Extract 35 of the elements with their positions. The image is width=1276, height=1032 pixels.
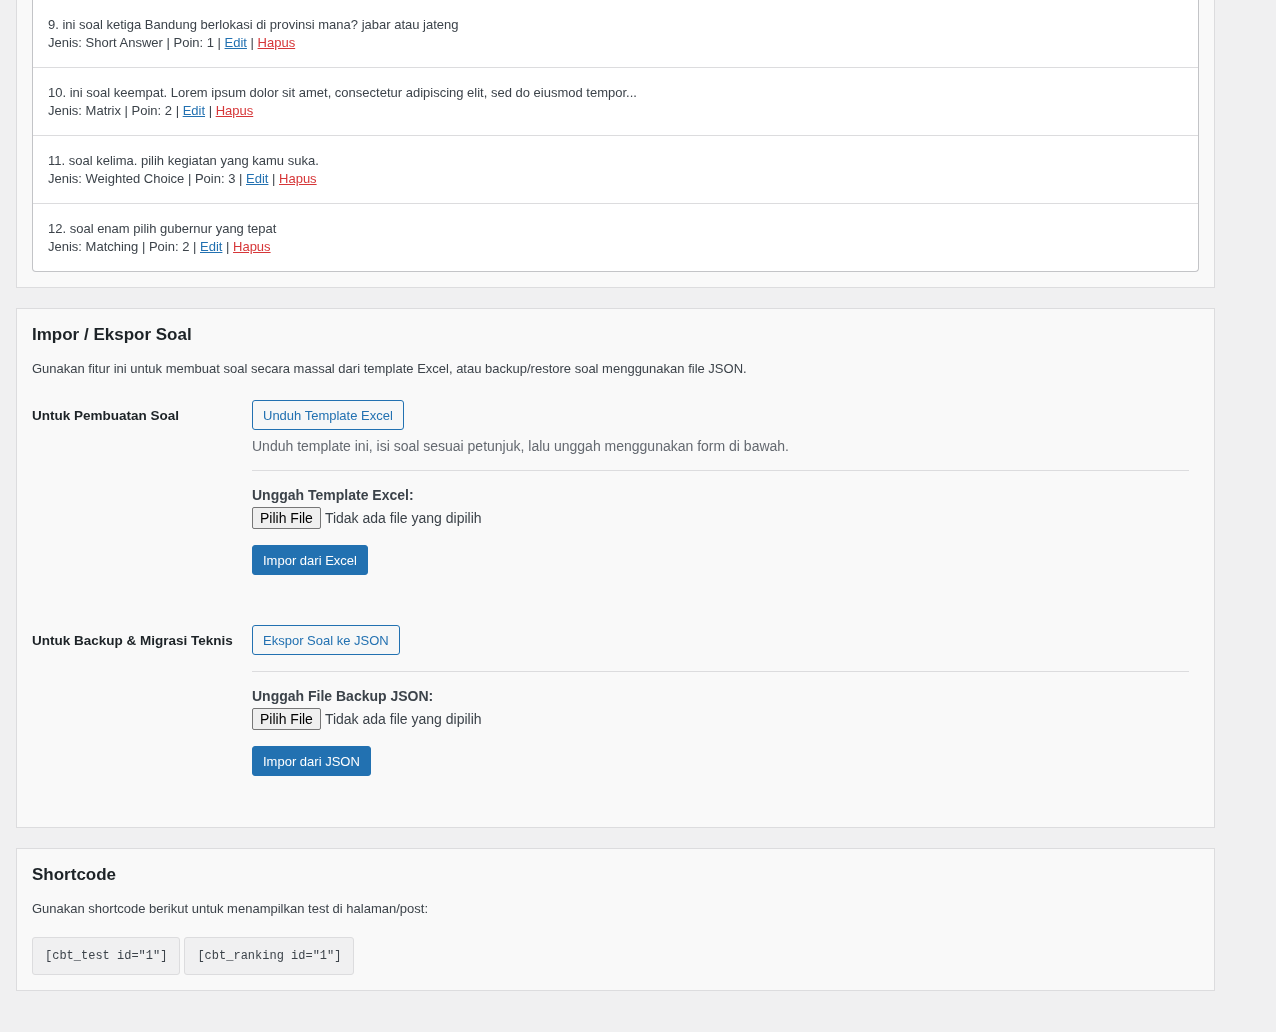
delete-link[interactable]: Hapus	[257, 35, 296, 50]
row-label: Untuk Backup & Migrasi Teknis	[32, 632, 234, 650]
delete-link[interactable]: Hapus	[279, 171, 317, 186]
question-meta: Jenis: Short Answer | Poin: 1 | Edit | Hapus	[48, 34, 297, 52]
edit-link[interactable]: Edit	[200, 239, 223, 254]
choose-file-button[interactable]: Pilih File	[252, 507, 321, 529]
question-meta: Jenis: Matrix | Poin: 2 | Edit | Hapus	[48, 102, 255, 120]
choose-file-button[interactable]: Pilih File	[252, 708, 321, 730]
section-title: Impor / Ekspor Soal	[32, 324, 193, 346]
delete-link[interactable]: Hapus	[215, 103, 254, 118]
shortcode-text: [cbt_ranking id="1"]	[184, 937, 355, 975]
question-meta: Jenis: Weighted Choice | Poin: 3 | Edit | Hapus	[48, 170, 318, 188]
shortcode-text: [cbt_test id="1"]	[32, 937, 181, 975]
question-text: 9. ini soal ketiga Bandung berlokasi di provinsi mana? jabar atau jateng	[48, 16, 460, 34]
edit-link[interactable]: Edit	[182, 103, 206, 118]
primary-button[interactable]: Impor dari Excel	[252, 545, 368, 575]
upload-label: Unggah File Backup JSON:	[252, 688, 435, 704]
row-label: Untuk Pembuatan Soal	[32, 407, 181, 425]
upload-label: Unggah Template Excel:	[252, 487, 415, 503]
file-status: Tidak ada file yang dipilih	[324, 510, 482, 526]
secondary-button[interactable]: Ekspor Soal ke JSON	[252, 625, 400, 655]
question-text: 10. ini soal keempat. Lorem ipsum dolor sit amet, consectetur adipiscing elit, sed do eiusmod tempor...	[48, 84, 638, 102]
question-text: 12. soal enam pilih gubernur yang tepat	[48, 220, 278, 238]
section-description: Gunakan shortcode berikut untuk menampilkan test di halaman/post:	[32, 900, 429, 918]
secondary-button[interactable]: Unduh Template Excel	[252, 400, 404, 430]
question-meta: Jenis: Matching | Poin: 2 | Edit | Hapus	[48, 238, 272, 256]
help-text: Unduh template ini, isi soal sesuai petunjuk, lalu unggah menggunakan form di bawah.	[252, 438, 790, 454]
primary-button[interactable]: Impor dari JSON	[252, 746, 371, 776]
section-title: Shortcode	[32, 864, 118, 886]
section-description: Gunakan fitur ini untuk membuat soal secara massal dari template Excel, atau backup/restore soal menggunakan file JSON.	[32, 360, 748, 378]
edit-link[interactable]: Edit	[224, 35, 247, 50]
edit-link[interactable]: Edit	[246, 171, 269, 186]
delete-link[interactable]: Hapus	[233, 239, 271, 254]
question-text: 11. soal kelima. pilih kegiatan yang kamu suka.	[48, 152, 320, 170]
file-status: Tidak ada file yang dipilih	[324, 711, 482, 727]
